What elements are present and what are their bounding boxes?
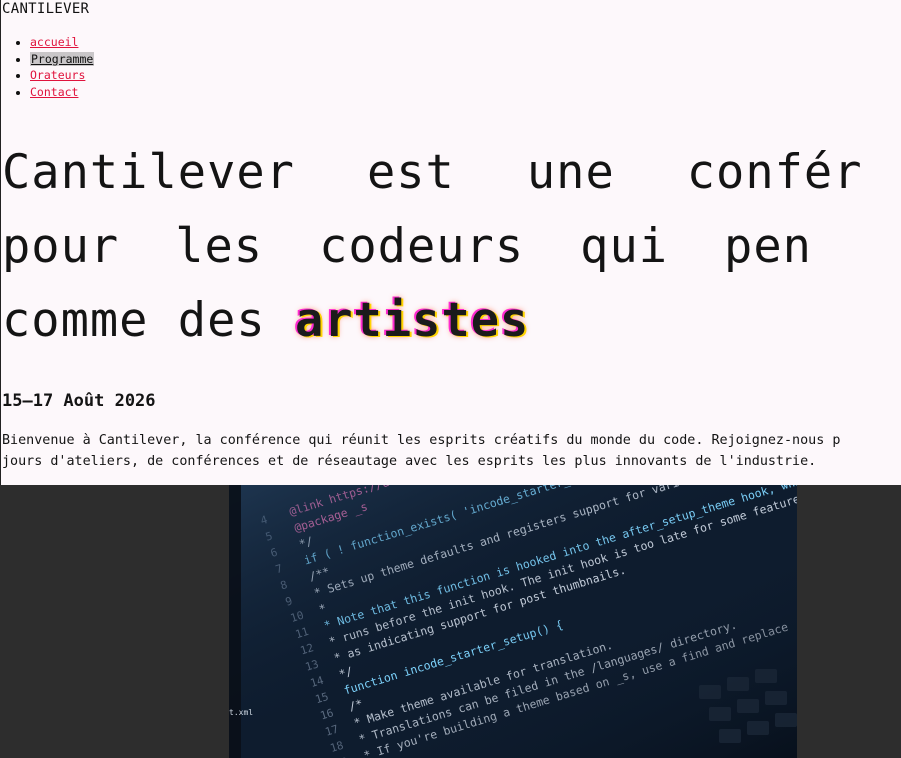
- intro-paragraph: Bienvenue à Cantilever, la conférence qu…: [2, 430, 901, 472]
- hero-word: Cantilever: [2, 145, 295, 200]
- hero-word: qui: [580, 219, 669, 274]
- nav-link-accueil[interactable]: accueil: [30, 35, 78, 49]
- hero-word: pen: [724, 219, 812, 274]
- hero-image-code-laptop: 4@link https://deve5@package _s6*/7if ( …: [229, 485, 797, 758]
- page: CANTILEVER accueil Programme Orateurs Co…: [0, 0, 901, 758]
- nav-item-orateurs: Orateurs: [30, 67, 94, 84]
- hero-word: pour: [2, 219, 120, 274]
- hero-word: confér: [686, 145, 863, 200]
- hero-heading: Cantilever est une confér pour les codeurs qui…: [2, 136, 901, 358]
- intro-line: jours d'ateliers, de conférences et de r…: [2, 454, 817, 469]
- nav-item-accueil: accueil: [30, 34, 94, 51]
- nav-link-orateurs[interactable]: Orateurs: [30, 68, 85, 82]
- nav-item-programme: Programme: [30, 51, 95, 68]
- hero-line-3: comme des artistes: [2, 284, 901, 358]
- header-section: CANTILEVER accueil Programme Orateurs Co…: [0, 0, 901, 485]
- hero-word: est: [366, 145, 455, 200]
- nav-item-contact: Contact: [30, 84, 94, 101]
- intro-line: Bienvenue à Cantilever, la conférence qu…: [2, 433, 841, 448]
- nav-link-programme[interactable]: Programme: [30, 51, 95, 66]
- nav-link-contact[interactable]: Contact: [30, 85, 78, 99]
- site-name: CANTILEVER: [2, 1, 90, 17]
- hero-line-2: pour les codeurs qui pen: [2, 210, 901, 284]
- code-screen-illustration: 4@link https://deve5@package _s6*/7if ( …: [229, 485, 797, 758]
- hero-highlight-word: artistes: [294, 293, 530, 348]
- hero-line-1: Cantilever est une confér: [2, 136, 901, 210]
- hero-word: comme des: [2, 293, 266, 348]
- hero-word: les: [175, 219, 264, 274]
- main-nav: accueil Programme Orateurs Contact: [1, 34, 95, 101]
- event-dates: 15–17 Août 2026: [2, 391, 156, 411]
- hero-word: une: [526, 145, 615, 200]
- hero-word: codeurs: [319, 219, 525, 274]
- svg-text:t.xml: t.xml: [229, 708, 253, 717]
